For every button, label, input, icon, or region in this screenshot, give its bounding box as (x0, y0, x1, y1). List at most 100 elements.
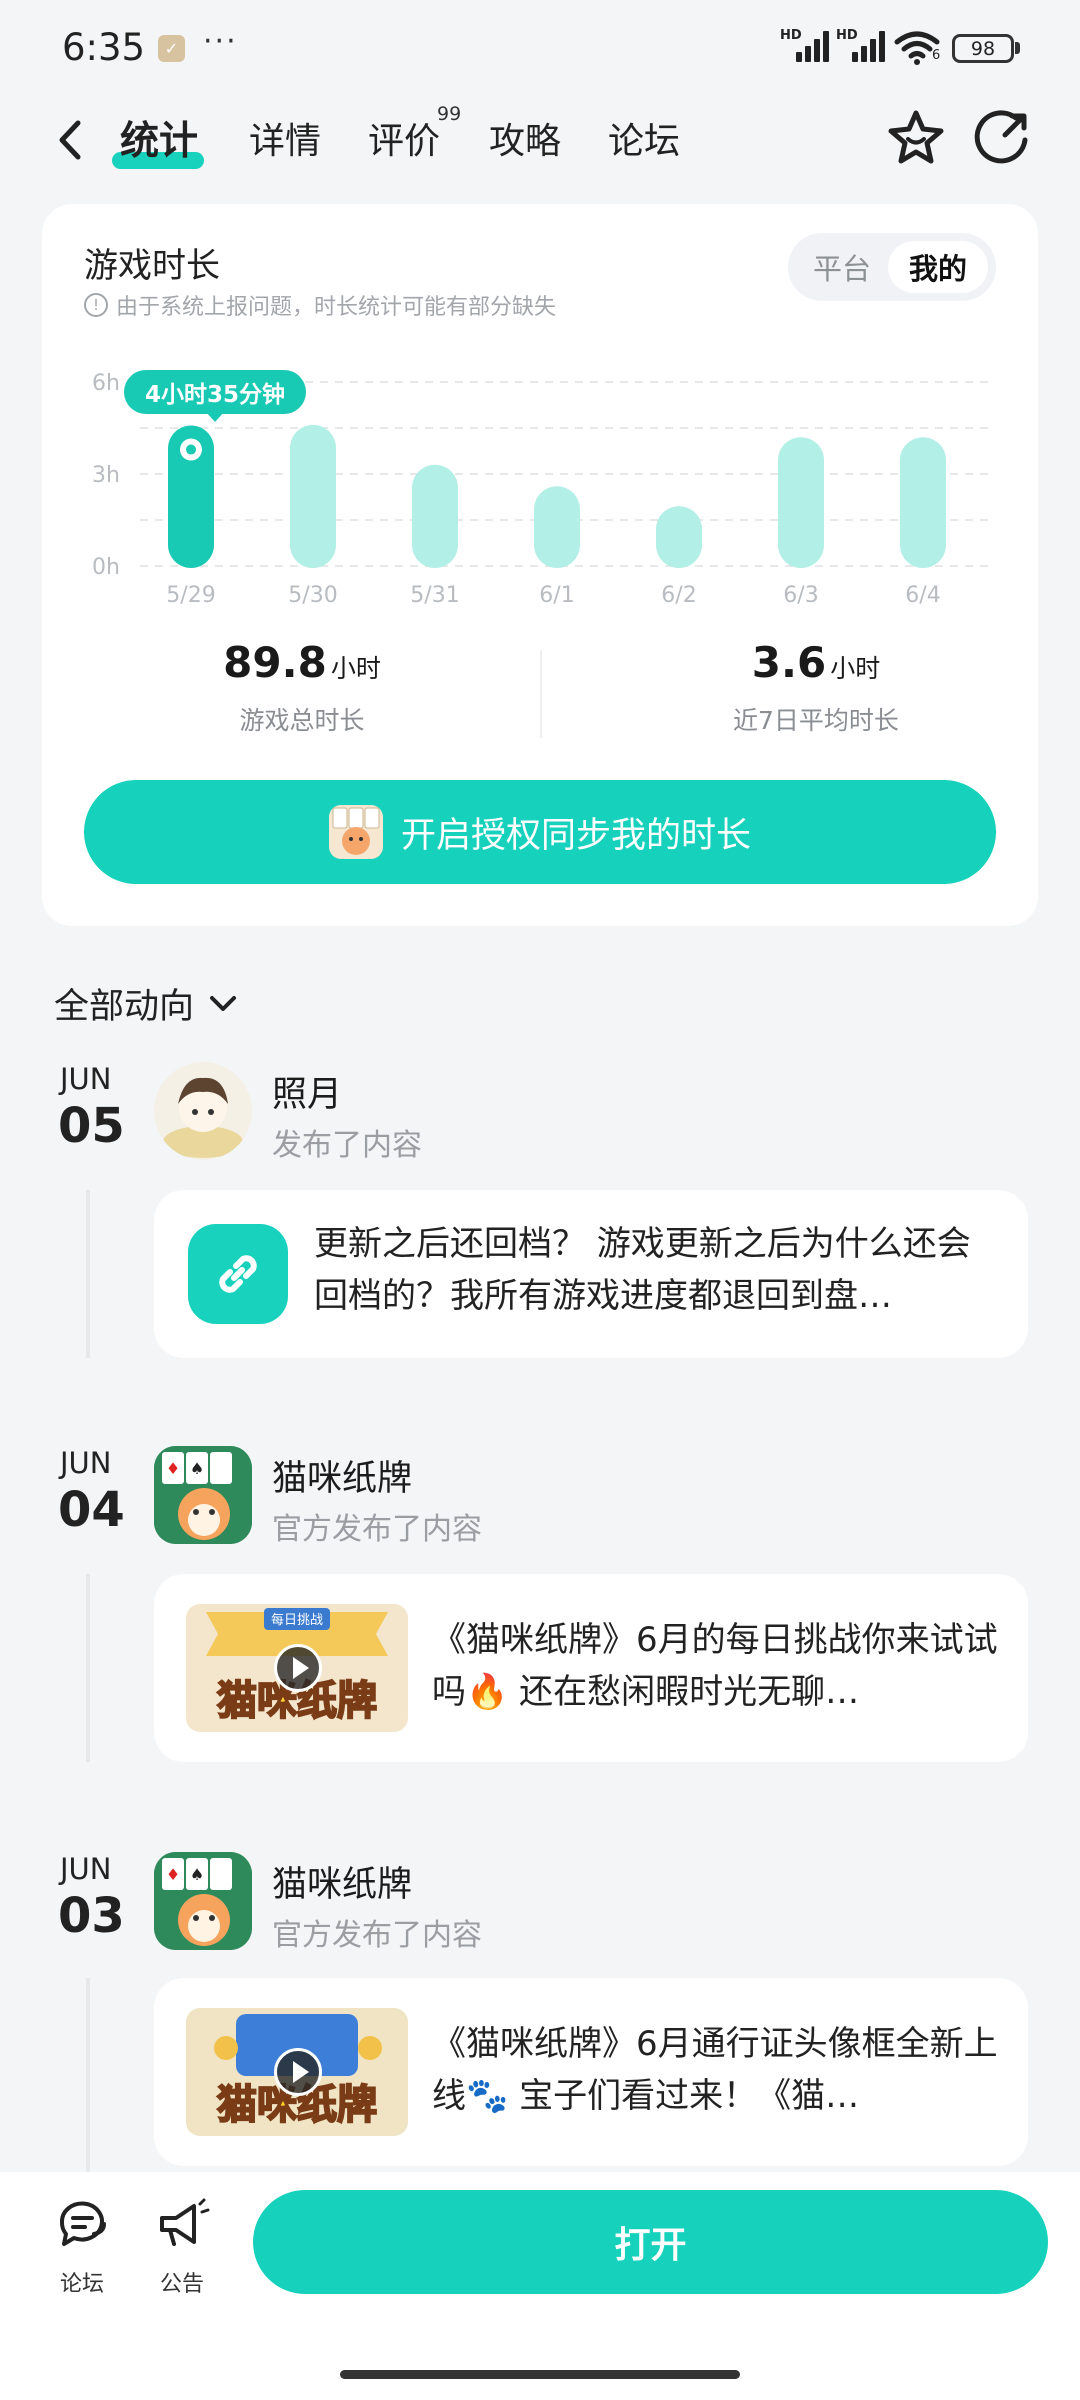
feed-date-month: JUN (60, 1062, 112, 1096)
feed-date-month: JUN (60, 1852, 112, 1886)
selected-bar-tooltip: 4小时35分钟 (124, 370, 306, 414)
post-text: 《猫咪纸牌》6月通行证头像框全新上线🐾 宝子们看过来！《猫… (432, 2024, 998, 2116)
play-icon (274, 1644, 322, 1692)
forum-shortcut-label: 论坛 (59, 2272, 104, 2297)
avg-time-value: 3.6 (751, 638, 827, 687)
thumbnail-ribbon-text: 每日挑战 (271, 1612, 323, 1628)
tab-guides[interactable]: 攻略 (489, 112, 561, 164)
post-action: 官方发布了内容 (272, 1512, 482, 1547)
timeline-line (86, 1190, 90, 1358)
x-tick-label: 6/2 (661, 583, 696, 608)
tab-forum[interactable]: 论坛 (608, 112, 680, 164)
toggle-platform[interactable]: 平台 (792, 241, 892, 293)
feed-date-day: 04 (58, 1482, 125, 1538)
home-indicator[interactable] (340, 2370, 740, 2379)
chart-bar[interactable] (412, 464, 458, 568)
x-tick-label: 5/31 (410, 583, 459, 608)
x-tick-label: 5/30 (288, 583, 337, 608)
play-time-title: 游戏时长 (84, 246, 220, 286)
stats-divider (540, 650, 542, 738)
post-text: 《猫咪纸牌》6月的每日挑战你来试试吗🔥 还在愁闲暇时光无聊… (432, 1620, 998, 1712)
post-author[interactable]: 猫咪纸牌 (272, 1856, 412, 1907)
total-time-unit: 小时 (330, 654, 381, 683)
avg-time-stat: 3.6 小时 近7日平均时长 (606, 638, 1026, 737)
game-app-icon (328, 805, 383, 859)
avg-time-unit: 小时 (830, 654, 881, 683)
signal-2-icon: HD (836, 28, 885, 62)
battery-icon: 98 (952, 34, 1014, 63)
x-tick-label: 5/29 (166, 583, 215, 608)
tab-stats[interactable]: 统计 (120, 110, 198, 166)
game-avatar[interactable]: ♦ ♠ (154, 1852, 252, 1950)
battery-tip (1015, 42, 1020, 54)
feed-post-card[interactable]: 每日挑战 猫咪纸牌 《猫咪纸牌》6月的每日挑战你来试试吗🔥 还在愁闲暇时光无聊… (154, 1574, 1028, 1762)
notice-shortcut-label: 公告 (159, 2272, 204, 2297)
wifi-sub-label: 6 (932, 48, 941, 63)
avg-time-label: 近7日平均时长 (733, 706, 899, 735)
reviews-count-badge: 99 (437, 103, 462, 125)
tooltip-arrow (206, 412, 224, 422)
bar-marker-dot (186, 444, 196, 455)
svg-text:♠: ♠ (190, 1865, 204, 1884)
stats-disclaimer: ! 由于系统上报问题，时长统计可能有部分缺失 (84, 289, 556, 321)
x-tick-label: 6/4 (905, 583, 940, 608)
activity-filter-label: 全部动向 (54, 987, 195, 1027)
feed-date-day: 03 (58, 1888, 125, 1944)
play-icon (274, 2048, 322, 2096)
timeline-line (86, 1978, 90, 2172)
feed-date-month: JUN (60, 1446, 112, 1480)
tab-reviews[interactable]: 评价 (368, 112, 440, 164)
stats-note-text: 由于系统上报问题，时长统计可能有部分缺失 (116, 295, 557, 320)
info-icon: ! (84, 293, 108, 317)
activity-filter-dropdown[interactable]: 全部动向 (54, 978, 238, 1029)
svg-text:♦: ♦ (166, 1459, 180, 1478)
game-avatar[interactable]: ♦ ♠ (154, 1446, 252, 1544)
post-author[interactable]: 照月 (272, 1066, 342, 1117)
svg-text:♠: ♠ (190, 1459, 204, 1478)
sync-authorize-label: 开启授权同步我的时长 (400, 815, 751, 856)
megaphone-icon (160, 2198, 210, 2246)
favorite-star-icon[interactable] (886, 108, 946, 168)
post-action: 发布了内容 (272, 1128, 422, 1163)
x-tick-label: 6/3 (783, 583, 818, 608)
feed-post-card[interactable]: 猫咪纸牌 《猫咪纸牌》6月通行证头像框全新上线🐾 宝子们看过来！《猫… (154, 1978, 1028, 2166)
feed-post-card[interactable]: 更新之后还回档？ 游戏更新之后为什么还会回档的？我所有游戏进度都退回到盘… (154, 1190, 1028, 1358)
total-time-label: 游戏总时长 (239, 706, 365, 735)
status-more-icon: ··· (203, 24, 238, 59)
data-source-toggle[interactable]: 平台 我的 (788, 233, 996, 301)
notification-app-icon: ✓ (158, 35, 185, 62)
y-tick-label: 0h (92, 555, 120, 580)
sync-authorize-button[interactable]: 开启授权同步我的时长 (84, 780, 996, 884)
signal-1-icon: HD (780, 28, 829, 62)
post-text: 更新之后还回档？ 游戏更新之后为什么还会回档的？我所有游戏进度都退回到盘… (314, 1224, 971, 1316)
svg-text:♦: ♦ (166, 1865, 180, 1884)
chevron-down-icon (210, 995, 237, 1011)
total-time-value: 89.8 (223, 638, 327, 687)
forum-shortcut[interactable]: 论坛 (42, 2196, 122, 2298)
feed-date-day: 05 (58, 1098, 125, 1154)
tab-details[interactable]: 详情 (249, 112, 321, 164)
notice-shortcut[interactable]: 公告 (142, 2196, 222, 2298)
back-arrow-icon[interactable] (52, 115, 92, 165)
video-thumbnail[interactable]: 每日挑战 猫咪纸牌 (186, 1604, 408, 1732)
chart-bar[interactable] (290, 424, 336, 568)
x-tick-label: 6/1 (539, 583, 574, 608)
timeline-line (86, 1574, 90, 1762)
link-icon (188, 1224, 288, 1324)
chart-bar[interactable] (534, 486, 580, 568)
share-icon[interactable] (972, 108, 1032, 168)
post-author[interactable]: 猫咪纸牌 (272, 1450, 412, 1501)
forum-icon (59, 2201, 106, 2246)
open-game-button[interactable]: 打开 (253, 2190, 1048, 2294)
chart-bar[interactable] (778, 437, 824, 568)
post-action: 官方发布了内容 (272, 1918, 482, 1953)
chart-bar[interactable] (656, 506, 702, 568)
y-tick-label: 6h (92, 371, 120, 396)
toggle-mine[interactable]: 我的 (888, 241, 988, 293)
video-thumbnail[interactable]: 猫咪纸牌 (186, 2008, 408, 2136)
status-time: 6:35 (62, 26, 146, 69)
chart-bar[interactable] (900, 437, 946, 568)
user-avatar[interactable] (154, 1062, 252, 1160)
total-time-stat: 89.8 小时 游戏总时长 (92, 638, 512, 737)
y-tick-label: 3h (92, 463, 120, 488)
